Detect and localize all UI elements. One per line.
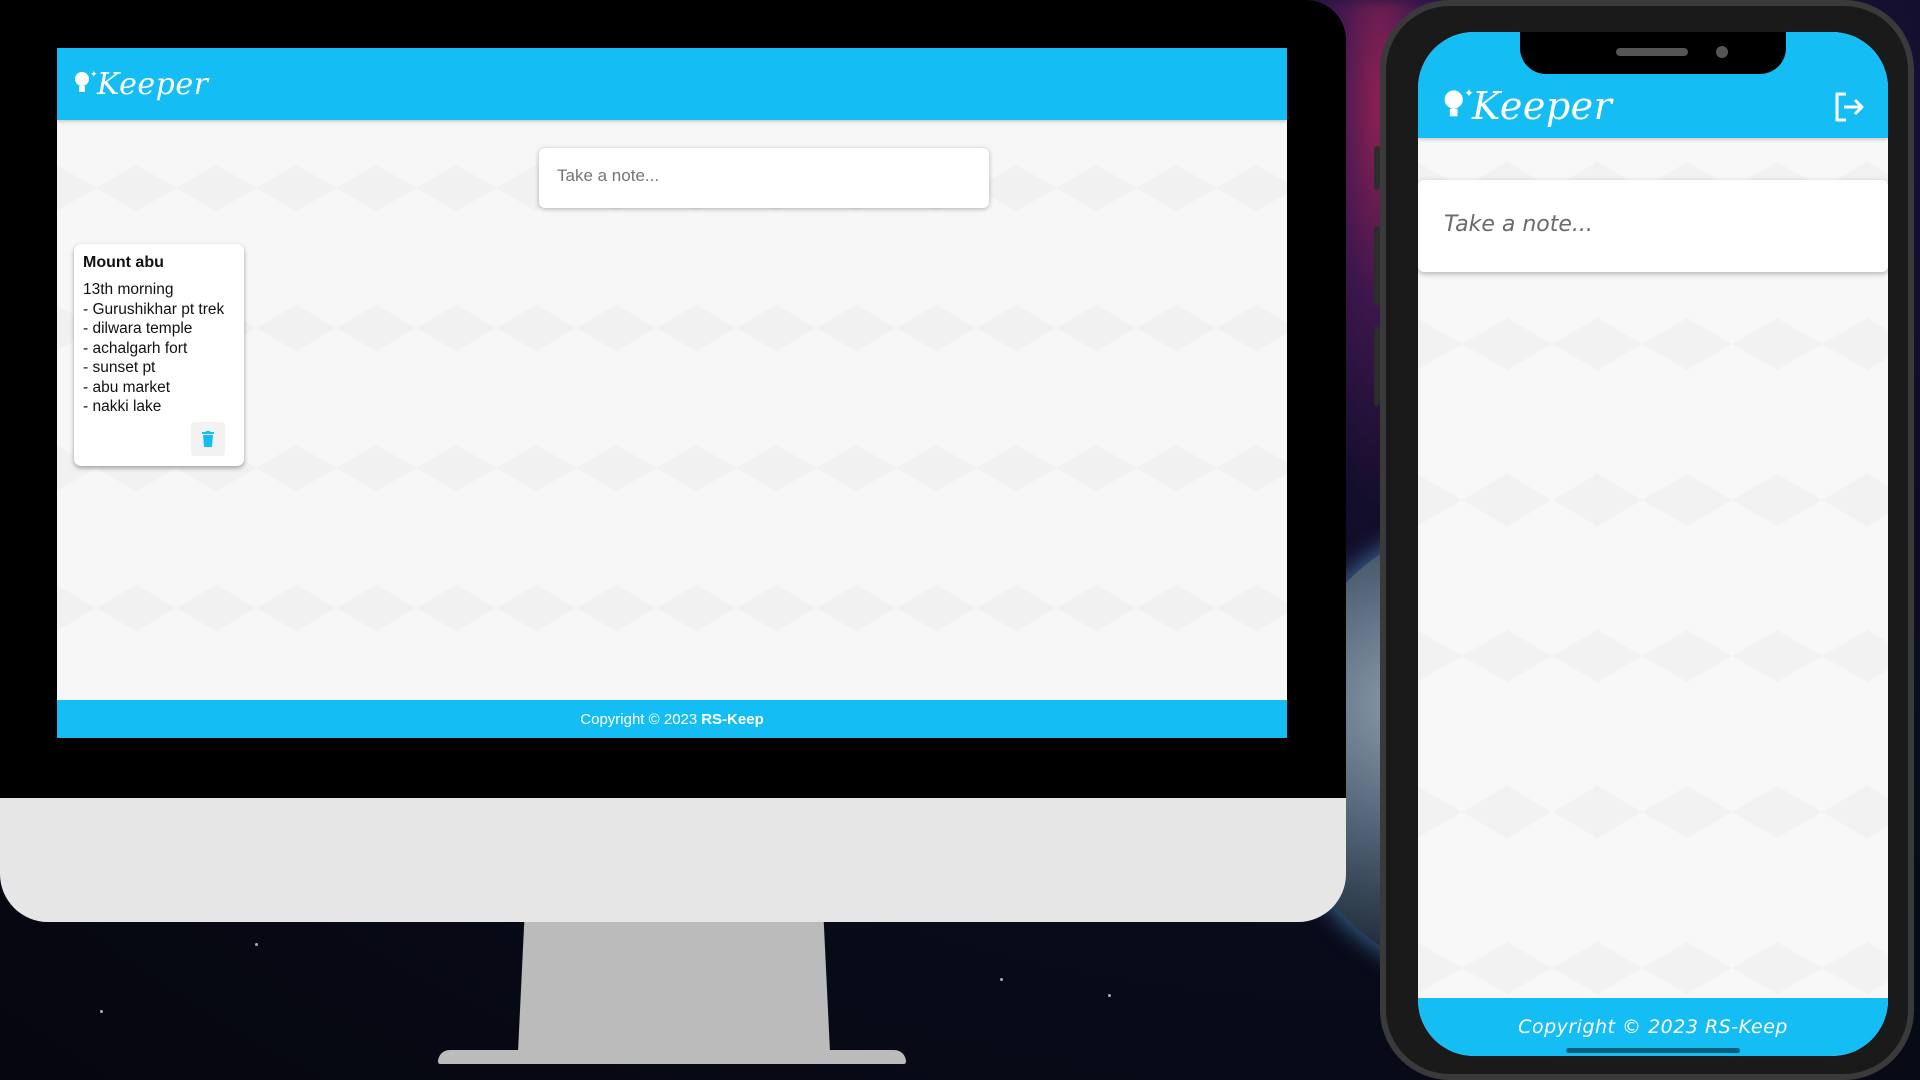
star: [1108, 994, 1111, 997]
lightbulb-icon: ✦: [73, 70, 98, 98]
note-line: 13th morning: [83, 281, 174, 298]
desktop-monitor-chin: [0, 798, 1346, 922]
desktop-header: ✦ Keeper: [57, 48, 1287, 120]
app-title: Keeper: [97, 66, 209, 102]
footer-copyright: Copyright © 2023: [580, 710, 698, 728]
note-input[interactable]: Take a note...: [1418, 180, 1888, 272]
speaker-grille: [1616, 48, 1688, 56]
note-line: - dilwara temple: [83, 320, 193, 337]
note-card: Mount abu 13th morning - Gurushikhar pt …: [74, 244, 244, 466]
footer-brand: RS-Keep: [701, 710, 764, 728]
delete-note-button[interactable]: [191, 422, 225, 456]
logout-icon[interactable]: [1832, 90, 1866, 124]
phone-notch: [1520, 32, 1786, 74]
note-title: Mount abu: [83, 254, 164, 271]
note-input[interactable]: Take a note...: [539, 148, 989, 208]
footer-copyright: Copyright © 2023 RS-Keep: [1518, 1016, 1788, 1038]
home-indicator: [1566, 1048, 1740, 1053]
desktop-monitor-stand: [518, 922, 830, 1052]
star: [1000, 978, 1003, 981]
note-line: - achalgarh fort: [83, 339, 188, 357]
desktop-footer: Copyright © 2023 RS-Keep: [57, 700, 1287, 738]
star: [100, 1010, 103, 1013]
phone-button: [1374, 226, 1380, 306]
desktop-screen: ✦ Keeper Take a note... Mount abu 13th m…: [57, 48, 1287, 738]
desktop-brand[interactable]: ✦ Keeper: [73, 67, 208, 102]
desktop-monitor-base: [438, 1050, 906, 1064]
lightbulb-icon: ✦: [1442, 87, 1474, 124]
front-camera: [1716, 46, 1728, 58]
phone-button: [1374, 326, 1380, 406]
mobile-screen: ✦ Keeper Take a note... Copyright © 2023…: [1418, 32, 1888, 1056]
note-line: - sunset pt: [83, 359, 156, 376]
note-line: - nakki lake: [83, 398, 162, 415]
note-line: - abu market: [83, 378, 171, 396]
mobile-brand[interactable]: ✦ Keeper: [1442, 84, 1612, 128]
star: [255, 943, 258, 946]
mobile-phone-frame: ✦ Keeper Take a note... Copyright © 2023…: [1374, 0, 1914, 1080]
app-title: Keeper: [1472, 84, 1613, 128]
trash-icon: [202, 431, 214, 447]
note-line: - Gurushikhar pt trek: [83, 300, 225, 318]
phone-button: [1374, 146, 1380, 190]
